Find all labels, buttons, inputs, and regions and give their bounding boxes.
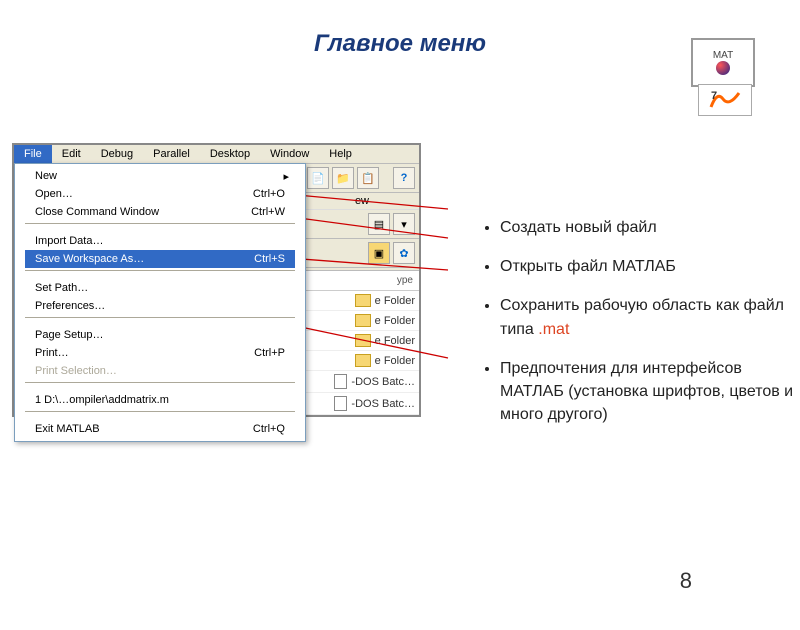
menu-desktop[interactable]: Desktop: [200, 145, 260, 163]
folder-icon: [355, 354, 371, 367]
menu-open[interactable]: Open…Ctrl+O: [25, 185, 295, 203]
menu-print-selection: Print Selection…: [25, 362, 295, 380]
svg-text:7: 7: [711, 90, 717, 102]
submenu-arrow-icon: ▸: [283, 170, 289, 183]
bullet-new: Создать новый файл: [500, 216, 800, 239]
menu-help[interactable]: Help: [319, 145, 362, 163]
menu-parallel[interactable]: Parallel: [143, 145, 200, 163]
file-icon: [334, 374, 347, 389]
slide-title: Главное меню: [0, 30, 800, 58]
file-icon: [334, 396, 347, 411]
menu-page-setup[interactable]: Page Setup…: [25, 326, 295, 344]
menu-recent-file[interactable]: 1 D:\…ompiler\addmatrix.m: [25, 391, 295, 409]
annotation-list: Создать новый файл Открыть файл МАТЛАБ С…: [460, 216, 800, 442]
menu-exit[interactable]: Exit MATLABCtrl+Q: [25, 420, 295, 438]
tab-label[interactable]: ew: [355, 195, 369, 207]
toolbar-doc-icon[interactable]: 📋: [357, 167, 379, 189]
bullet-save: Сохранить рабочую область как файл типа …: [500, 294, 800, 340]
list-icon[interactable]: ▤: [368, 213, 390, 235]
menu-import-data[interactable]: Import Data…: [25, 232, 295, 250]
matlab-logo-wave: 7: [698, 84, 752, 116]
file-dropdown: New▸ Open…Ctrl+O Close Command WindowCtr…: [14, 163, 306, 442]
toolbar-folder-icon[interactable]: 📁: [332, 167, 354, 189]
toolbar-new-icon[interactable]: 📄: [307, 167, 329, 189]
menu-save-workspace-as[interactable]: Save Workspace As…Ctrl+S: [25, 250, 295, 268]
matlab-logo-top: MAT: [691, 38, 755, 87]
folder-btn-icon[interactable]: ▣: [368, 242, 390, 264]
bullet-open: Открыть файл МАТЛАБ: [500, 255, 800, 278]
folder-icon: [355, 334, 371, 347]
bullet-prefs: Предпочтения для интерфейсов МАТЛАБ (уст…: [500, 357, 800, 427]
menu-new[interactable]: New▸: [25, 167, 295, 185]
col-type: ype: [397, 275, 413, 286]
menu-set-path[interactable]: Set Path…: [25, 279, 295, 297]
menu-preferences[interactable]: Preferences…: [25, 297, 295, 315]
folder-icon: [355, 314, 371, 327]
menu-edit[interactable]: Edit: [52, 145, 91, 163]
menu-debug[interactable]: Debug: [91, 145, 143, 163]
folder-icon: [355, 294, 371, 307]
page-number: 8: [680, 568, 692, 594]
gear-icon[interactable]: ✿: [393, 242, 415, 264]
menu-close-command-window[interactable]: Close Command WindowCtrl+W: [25, 203, 295, 221]
menubar: File Edit Debug Parallel Desktop Window …: [14, 145, 419, 164]
toolbar-help-icon[interactable]: ?: [393, 167, 415, 189]
dropdown-arrow-icon[interactable]: ▾: [393, 213, 415, 235]
matlab-window: File Edit Debug Parallel Desktop Window …: [12, 143, 421, 417]
menu-window[interactable]: Window: [260, 145, 319, 163]
menu-print[interactable]: Print…Ctrl+P: [25, 344, 295, 362]
menu-file[interactable]: File: [14, 145, 52, 163]
